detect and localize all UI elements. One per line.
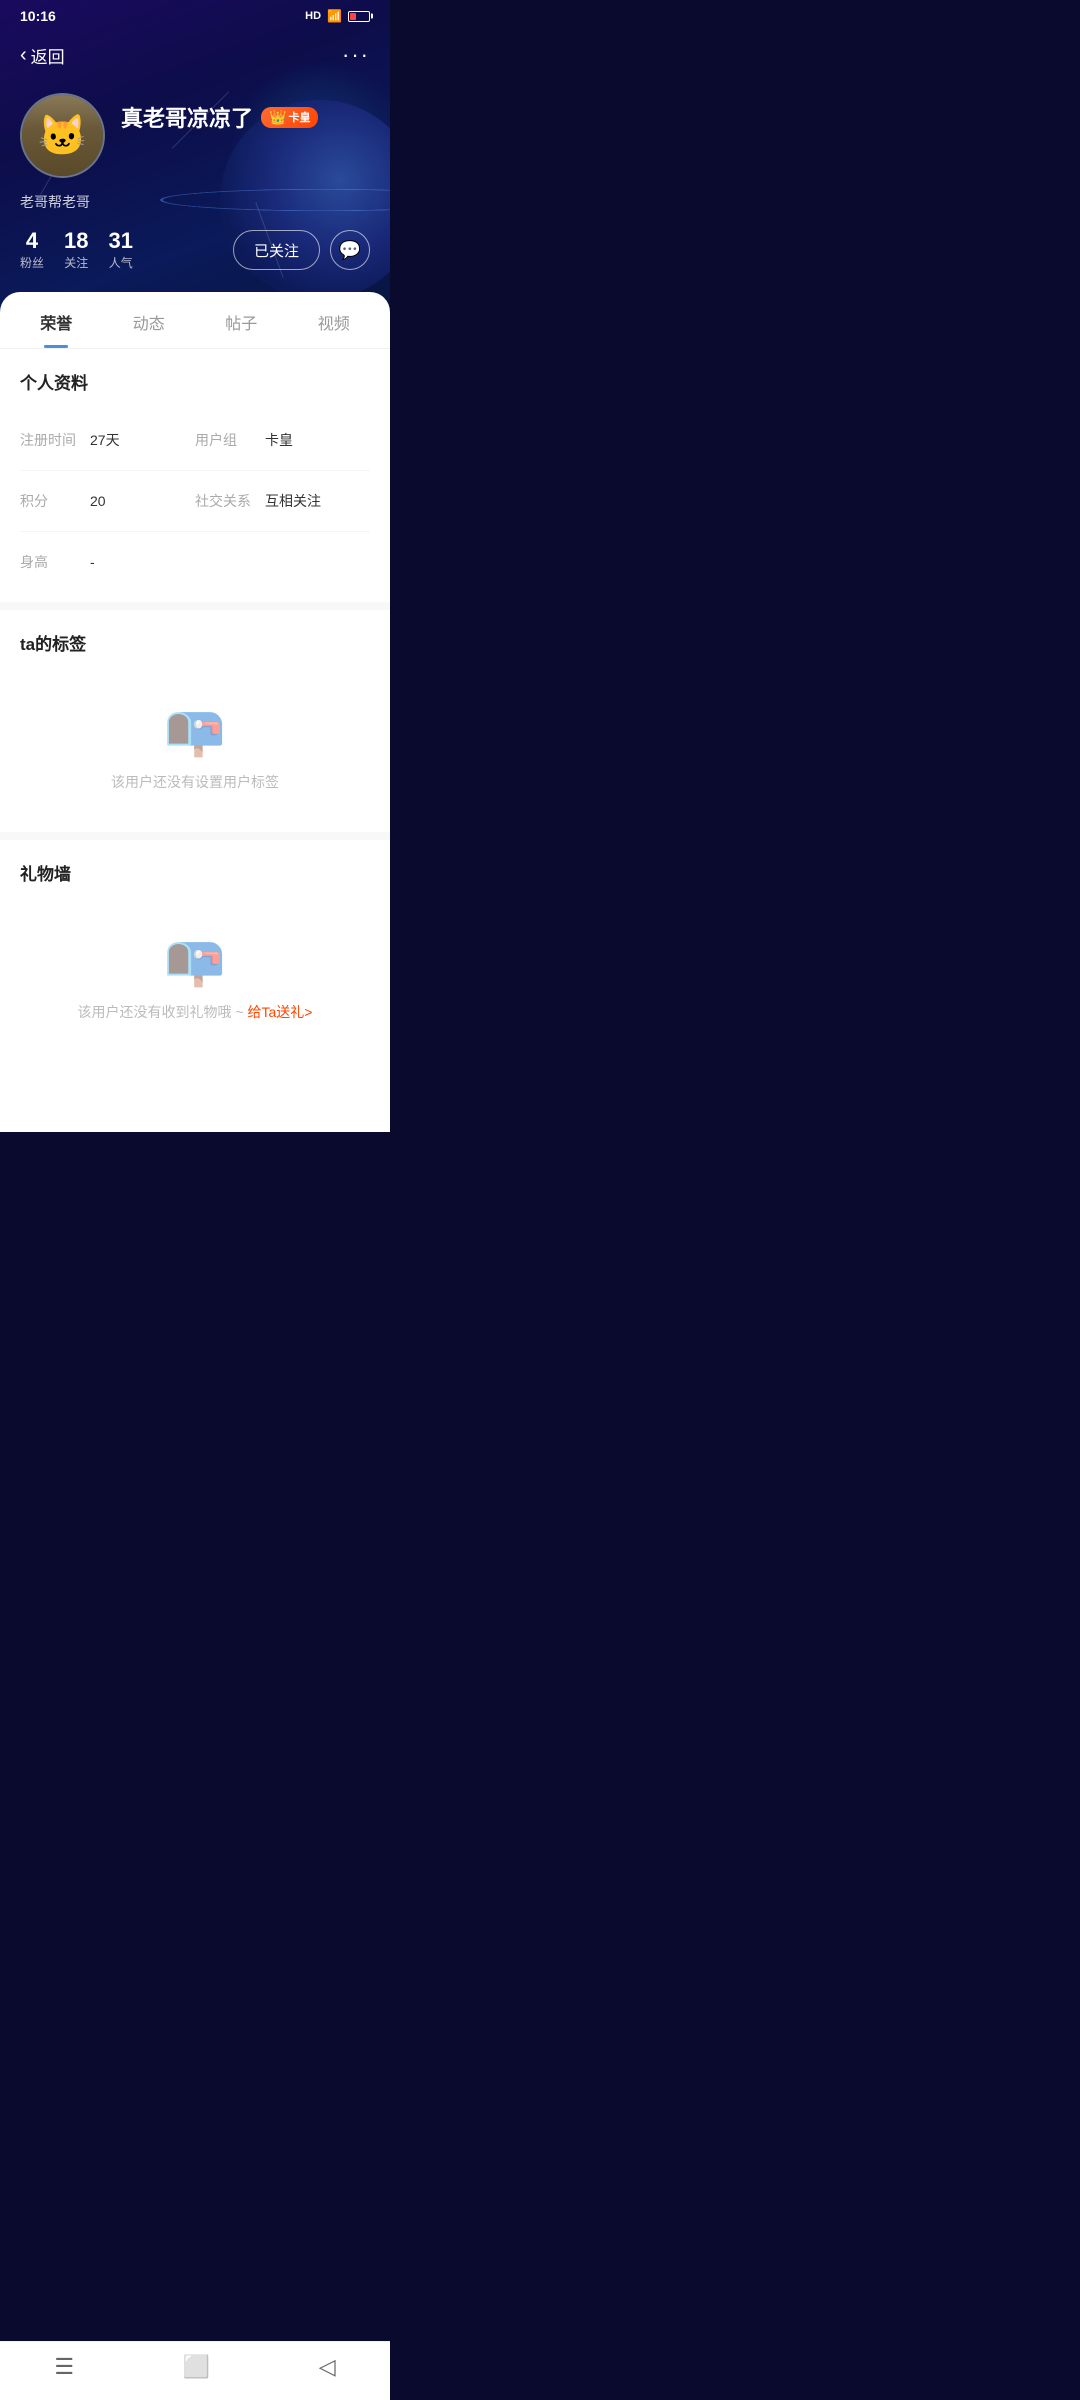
- nav-menu-button[interactable]: ☰: [54, 2354, 74, 2380]
- tags-section: ta的标签 📭 该用户还没有设置用户标签: [0, 602, 390, 832]
- tab-dynamic[interactable]: 动态: [103, 292, 196, 348]
- gift-wall-section: 礼物墙 📭 该用户还没有收到礼物哦 ~ 给Ta送礼>: [0, 832, 390, 1062]
- back-chevron-icon: ‹: [20, 45, 27, 65]
- info-row-1: 注册时间 27天 用户组 卡皇: [20, 410, 370, 471]
- follow-button[interactable]: 已关注: [233, 230, 320, 270]
- following-label: 关注: [64, 256, 88, 270]
- tab-honor[interactable]: 荣誉: [10, 292, 103, 348]
- info-row-3: 身高 -: [20, 532, 370, 592]
- points-label: 积分: [20, 491, 90, 511]
- status-icons: HD 📶: [305, 9, 370, 23]
- gift-empty-prefix: 该用户还没有收到礼物哦 ~: [78, 1004, 248, 1020]
- followers-num: 4: [20, 228, 44, 254]
- tab-honor-label: 荣誉: [40, 316, 72, 333]
- info-col-height: 身高 -: [20, 542, 370, 582]
- avatar-container: 🐱: [20, 93, 105, 178]
- tags-empty-icon: 📭: [164, 701, 226, 760]
- message-button[interactable]: 💬: [330, 230, 370, 270]
- usergroup-value: 卡皇: [265, 430, 293, 450]
- stat-followers[interactable]: 4 粉丝: [20, 228, 44, 272]
- stat-following[interactable]: 18 关注: [64, 228, 88, 272]
- popularity-label: 人气: [109, 256, 133, 270]
- tags-title: ta的标签: [20, 630, 370, 655]
- height-value: -: [90, 554, 95, 570]
- username-text: 真老哥凉凉了: [121, 101, 253, 133]
- tab-video[interactable]: 视频: [288, 292, 381, 348]
- content-card: 荣誉 动态 帖子 视频 个人资料 注册时间 27天 用户组 卡皇: [0, 292, 390, 1132]
- username-area: 真老哥凉凉了 👑 卡皇: [121, 93, 318, 133]
- points-value: 20: [90, 493, 106, 509]
- personal-info-title: 个人资料: [20, 369, 370, 394]
- tags-empty-state: 📭 该用户还没有设置用户标签: [20, 671, 370, 822]
- back-label: 返回: [31, 43, 65, 68]
- popularity-num: 31: [109, 228, 133, 254]
- gift-link[interactable]: 给Ta送礼>: [248, 1004, 313, 1020]
- gift-empty-state: 📭 该用户还没有收到礼物哦 ~ 给Ta送礼>: [20, 901, 370, 1052]
- bottom-spacer: [0, 1062, 390, 1132]
- action-buttons: 已关注 💬: [233, 230, 370, 270]
- tab-posts-label: 帖子: [225, 316, 257, 333]
- register-label: 注册时间: [20, 430, 90, 450]
- info-col-register: 注册时间 27天: [20, 420, 195, 460]
- signal-icon: HD: [305, 10, 321, 22]
- usergroup-label: 用户组: [195, 430, 265, 450]
- time-display: 10:16: [20, 8, 56, 24]
- profile-top: 🐱 真老哥凉凉了 👑 卡皇: [20, 93, 370, 178]
- profile-section: 🐱 真老哥凉凉了 👑 卡皇 老哥帮老哥 4 粉丝 18 关注: [0, 78, 390, 292]
- height-label: 身高: [20, 552, 90, 572]
- info-col-social: 社交关系 互相关注: [195, 481, 370, 521]
- more-button[interactable]: ···: [342, 42, 370, 68]
- battery-icon: [348, 11, 370, 22]
- stats-actions: 4 粉丝 18 关注 31 人气 已关注 💬: [20, 228, 370, 272]
- info-col-usergroup: 用户组 卡皇: [195, 420, 370, 460]
- message-icon: 💬: [339, 240, 361, 261]
- nav-bar: ‹ 返回 ···: [0, 32, 390, 78]
- tags-empty-text: 该用户还没有设置用户标签: [111, 772, 279, 792]
- back-button[interactable]: ‹ 返回: [20, 43, 65, 68]
- gift-empty-icon: 📭: [164, 931, 226, 990]
- tab-posts[interactable]: 帖子: [195, 292, 288, 348]
- tabs: 荣誉 动态 帖子 视频: [0, 292, 390, 349]
- username-row: 真老哥凉凉了 👑 卡皇: [121, 101, 318, 133]
- tab-dynamic-label: 动态: [133, 316, 165, 333]
- tab-video-label: 视频: [318, 316, 350, 333]
- social-value: 互相关注: [265, 491, 321, 511]
- info-row-2: 积分 20 社交关系 互相关注: [20, 471, 370, 532]
- stats-row: 4 粉丝 18 关注 31 人气: [20, 228, 133, 272]
- avatar: 🐱: [20, 93, 105, 178]
- register-value: 27天: [90, 430, 120, 450]
- nav-home-button[interactable]: ⬜: [183, 2354, 210, 2380]
- gift-empty-message: 该用户还没有收到礼物哦 ~ 给Ta送礼>: [78, 1002, 313, 1022]
- status-bar: 10:16 HD 📶: [0, 0, 390, 32]
- stat-popularity[interactable]: 31 人气: [109, 228, 133, 272]
- gift-wall-title: 礼物墙: [20, 860, 370, 885]
- bottom-nav: ☰ ⬜ ◁: [0, 2341, 390, 2400]
- bio-text: 老哥帮老哥: [20, 192, 370, 212]
- vip-badge: 👑 卡皇: [261, 107, 318, 128]
- info-col-points: 积分 20: [20, 481, 195, 521]
- nav-back-button[interactable]: ◁: [319, 2354, 336, 2380]
- wifi-icon: 📶: [327, 9, 342, 23]
- vip-label: 卡皇: [288, 109, 310, 125]
- following-num: 18: [64, 228, 88, 254]
- followers-label: 粉丝: [20, 256, 44, 270]
- crown-icon: 👑: [269, 109, 286, 126]
- personal-info-section: 个人资料 注册时间 27天 用户组 卡皇 积分 20 社交关系 互相关注: [0, 349, 390, 602]
- social-label: 社交关系: [195, 491, 265, 511]
- avatar-image: 🐱: [22, 95, 103, 176]
